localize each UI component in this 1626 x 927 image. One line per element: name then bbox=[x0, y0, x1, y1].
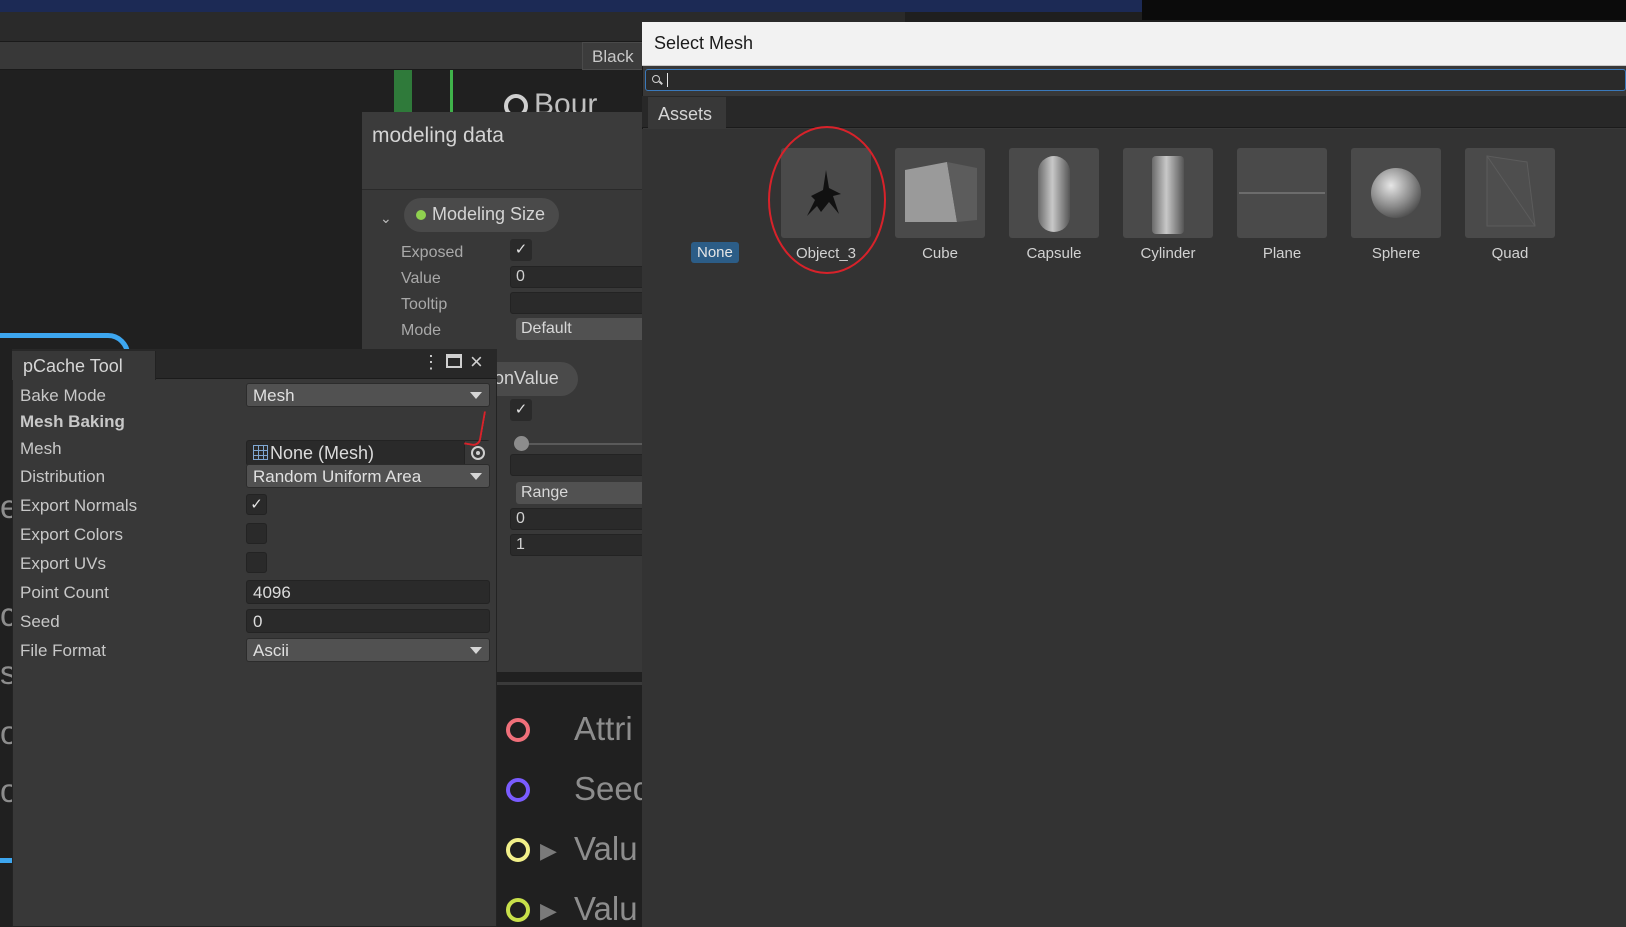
expand-triangle-icon[interactable]: ▶ bbox=[540, 898, 557, 924]
chevron-down-icon[interactable]: ⌄ bbox=[380, 210, 392, 227]
window-top-bar bbox=[0, 0, 1142, 12]
text-caret bbox=[667, 73, 668, 87]
file-format-label: File Format bbox=[20, 641, 106, 660]
export-colors-label: Export Colors bbox=[20, 525, 123, 544]
point-count-label: Point Count bbox=[20, 583, 109, 602]
quad-icon bbox=[1465, 148, 1555, 238]
tab-assets[interactable]: Assets bbox=[648, 97, 726, 129]
blackboard-section-title: modeling data bbox=[372, 124, 504, 147]
mesh-baking-heading: Mesh Baking bbox=[20, 412, 125, 431]
asset-item[interactable]: Cylinder bbox=[1123, 148, 1213, 262]
mesh-label: Mesh bbox=[20, 439, 62, 458]
port-label: Valu bbox=[574, 890, 638, 927]
dropdown-arrow-icon bbox=[470, 473, 482, 480]
cube-icon bbox=[895, 148, 985, 238]
close-icon[interactable]: × bbox=[470, 349, 483, 375]
select-mesh-title: Select Mesh bbox=[642, 22, 1626, 66]
mesh-icon bbox=[253, 445, 268, 460]
point-count-field[interactable]: 4096 bbox=[246, 580, 490, 604]
file-format-dropdown[interactable]: Ascii bbox=[246, 638, 490, 662]
select-mesh-tab-bar bbox=[642, 96, 1626, 128]
min-field[interactable]: 0 bbox=[510, 508, 645, 530]
exposed-checkbox[interactable]: ✓ bbox=[510, 239, 532, 261]
tooltip-field[interactable] bbox=[510, 292, 645, 314]
node-divider bbox=[496, 682, 645, 685]
value-slider-track[interactable] bbox=[520, 443, 645, 445]
port-circle-icon[interactable] bbox=[506, 898, 530, 922]
property-pill-2[interactable]: onValue bbox=[488, 362, 578, 396]
search-input[interactable] bbox=[645, 69, 1626, 91]
more-vertical-icon[interactable]: ⋮ bbox=[422, 352, 440, 373]
distribution-label: Distribution bbox=[20, 467, 106, 486]
bake-mode-dropdown[interactable]: Mesh bbox=[246, 383, 490, 407]
export-uvs-label: Export UVs bbox=[20, 554, 106, 573]
pcache-tab[interactable]: pCache Tool bbox=[12, 351, 156, 380]
cylinder-icon bbox=[1123, 148, 1213, 238]
export-uvs-checkbox[interactable] bbox=[246, 552, 267, 573]
dropdown-arrow-icon bbox=[470, 392, 482, 399]
exposed-dot-icon bbox=[416, 210, 426, 220]
value-field[interactable]: 0 bbox=[510, 266, 645, 288]
mode-dropdown-2[interactable]: Range bbox=[516, 482, 645, 504]
port-circle-icon[interactable] bbox=[506, 778, 530, 802]
port-label: Valu bbox=[574, 830, 638, 867]
tooltip-field-2[interactable] bbox=[510, 454, 645, 476]
dropdown-arrow-icon bbox=[470, 647, 482, 654]
search-icon bbox=[652, 75, 660, 83]
plane-icon bbox=[1237, 148, 1327, 238]
none-option[interactable]: None bbox=[691, 242, 739, 263]
export-normals-label: Export Normals bbox=[20, 496, 138, 515]
distribution-dropdown[interactable]: Random Uniform Area bbox=[246, 464, 490, 488]
property-pill[interactable]: Modeling Size bbox=[404, 198, 560, 232]
asset-item[interactable]: Plane bbox=[1237, 148, 1327, 262]
port-circle-icon[interactable] bbox=[506, 838, 530, 862]
mesh-value: None (Mesh) bbox=[270, 443, 375, 463]
asset-item[interactable]: Cube bbox=[895, 148, 985, 262]
property-label: Value bbox=[401, 270, 441, 287]
port-label: Attri bbox=[574, 710, 633, 747]
expand-triangle-icon[interactable]: ▶ bbox=[540, 838, 557, 864]
dark-window-edge bbox=[1142, 0, 1626, 20]
port-circle-icon[interactable] bbox=[506, 718, 530, 742]
bake-mode-label: Bake Mode bbox=[20, 386, 106, 405]
mode-dropdown[interactable]: Default bbox=[516, 318, 645, 340]
property-label: Tooltip bbox=[401, 296, 448, 313]
maximize-icon[interactable] bbox=[446, 354, 462, 368]
editor-toolbar bbox=[0, 42, 645, 70]
value-slider-knob[interactable] bbox=[514, 436, 529, 451]
property-label: Mode bbox=[401, 322, 442, 339]
sphere-icon bbox=[1351, 148, 1441, 238]
annotation-circle bbox=[768, 126, 886, 274]
target-icon bbox=[471, 446, 485, 460]
asset-item[interactable]: Capsule bbox=[1009, 148, 1099, 262]
capsule-icon bbox=[1009, 148, 1099, 238]
property-label: Exposed bbox=[401, 244, 464, 261]
seed-field[interactable]: 0 bbox=[246, 609, 490, 633]
asset-item[interactable]: Quad bbox=[1465, 148, 1555, 262]
exposed-checkbox-2[interactable]: ✓ bbox=[510, 399, 532, 421]
export-normals-checkbox[interactable]: ✓ bbox=[246, 494, 267, 515]
node-accent-line bbox=[450, 70, 453, 115]
port-label: Seed bbox=[574, 770, 652, 807]
export-colors-checkbox[interactable] bbox=[246, 523, 267, 544]
seed-label: Seed bbox=[20, 612, 60, 631]
max-field[interactable]: 1 bbox=[510, 534, 645, 556]
asset-item[interactable]: Sphere bbox=[1351, 148, 1441, 262]
